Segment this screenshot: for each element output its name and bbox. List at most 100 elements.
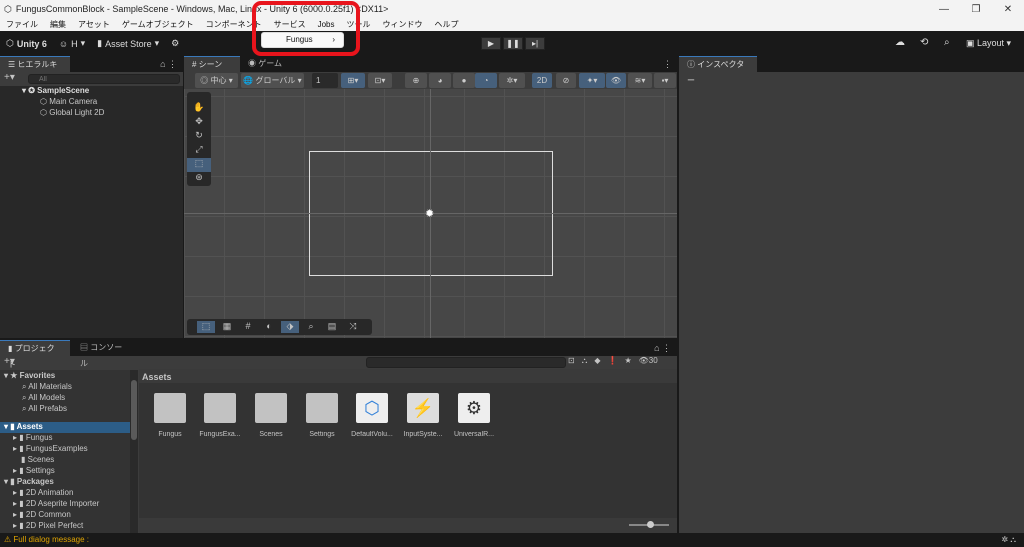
list-item[interactable]: ⬡ Main Camera — [40, 97, 97, 106]
transform-tool-icon[interactable]: ⊛ — [187, 172, 211, 186]
scene-item[interactable]: ▾ ✪ SampleScene — [22, 86, 89, 95]
play-button[interactable]: ▶ — [481, 37, 501, 50]
list-item[interactable]: ⌕ All Models — [22, 393, 65, 403]
grid-snap-icon[interactable]: ▦ — [218, 321, 236, 333]
shuffle-icon[interactable]: ⤨ — [344, 321, 362, 333]
sprite-icon[interactable]: ⬗ — [281, 321, 299, 333]
list-item[interactable]: ▸ ▮ 2D Common — [13, 510, 71, 519]
layout-dropdown[interactable]: ▣ Layout ▾ — [966, 38, 1011, 49]
lock-menu-icon[interactable]: ⌂ ⋮ — [160, 59, 177, 70]
tab-scene[interactable]: # シーン — [184, 56, 240, 72]
list-item[interactable]: ▸ ▮ 2D Animation — [13, 488, 73, 497]
close-button[interactable]: ✕ — [992, 4, 1024, 15]
list-item[interactable]: ▮ Scenes — [21, 455, 54, 464]
pause-button[interactable]: ❚❚ — [503, 37, 523, 50]
more-icon[interactable]: ⋮ — [663, 59, 672, 70]
settings-button[interactable]: ⚙ — [165, 38, 185, 49]
minimize-button[interactable]: — — [928, 4, 960, 15]
status-bar[interactable]: ⚠ Full dialog message : ✲ ⛬ — [0, 533, 1024, 547]
asset-item[interactable]: Settings — [301, 393, 343, 438]
project-search-input[interactable] — [366, 357, 566, 368]
space-dropdown[interactable]: 🌐 グローバル ▾ — [241, 73, 304, 88]
favorite-star-icon[interactable]: ★ — [624, 356, 631, 366]
2d-toggle[interactable]: 2D — [532, 73, 552, 88]
network-icon[interactable]: ⛬ — [1010, 535, 1016, 544]
tab-game[interactable]: ◉ ゲーム — [240, 56, 300, 72]
tree-scrollbar[interactable] — [130, 370, 138, 533]
list-item[interactable]: ▸ ▮ 2D Pixel Perfect — [13, 521, 83, 530]
menu-edit[interactable]: 編集 — [44, 19, 72, 30]
pivot-dropdown[interactable]: ◎ 中心 ▾ — [195, 73, 238, 88]
shaded-icon[interactable]: ◕ — [429, 73, 451, 88]
list-item[interactable]: ▸ ▮ FungusExamples — [13, 444, 88, 453]
rect-tool-icon[interactable]: ⬚ — [187, 158, 211, 172]
step-button[interactable]: ▸| — [525, 37, 545, 50]
menu-assets[interactable]: アセット — [72, 19, 116, 30]
asset-store-button[interactable]: ▮Asset Store ▾ — [91, 38, 165, 49]
tab-project[interactable]: ▮ プロジェクト — [0, 340, 70, 356]
list-item[interactable]: ⌕ All Materials — [22, 382, 72, 392]
scene-panel[interactable]: # シーン ◉ ゲーム ⋮ ✹ ✋ ✥ ↻ ⤢ ⬚ ⊛ ⬚ ▦ # ◐ ⬗ ⌕ … — [184, 56, 677, 338]
grid-snap-button[interactable]: ⊞▾ — [341, 73, 365, 88]
gizmo-bug-icon[interactable]: ✲▾ — [499, 73, 525, 88]
audio-toggle-icon[interactable]: ⊘ — [556, 73, 576, 88]
list-item[interactable]: ⌕ All Prefabs — [22, 404, 67, 414]
hierarchy-search-input[interactable] — [28, 74, 180, 84]
shading-icon[interactable]: ◐ — [260, 321, 278, 333]
unlit-icon[interactable]: ● — [453, 73, 475, 88]
asset-item[interactable]: Fungus — [149, 393, 191, 438]
list-item[interactable]: ⬡ Global Light 2D — [40, 108, 104, 117]
visibility-icon[interactable]: 👁 — [606, 73, 626, 88]
move-tool-icon[interactable]: ✥ — [187, 116, 211, 130]
maximize-button[interactable]: ❐ — [960, 4, 992, 15]
list-item[interactable]: ▸ ▮ Fungus — [13, 433, 53, 442]
create-button[interactable]: +▾ — [4, 356, 15, 367]
camera-dropdown-icon[interactable]: ▪▾ — [654, 73, 676, 88]
rotate-tool-icon[interactable]: ↻ — [187, 130, 211, 144]
hidden-count[interactable]: 👁30 — [639, 356, 658, 366]
tab-inspector[interactable]: ⓘ インスペクター — [679, 56, 757, 72]
scale-tool-icon[interactable]: ⤢ — [187, 144, 211, 158]
lock-menu-icon[interactable]: ⌂ ⋮ — [654, 343, 671, 354]
asset-item[interactable]: FungusExa... — [199, 393, 241, 438]
asset-item[interactable]: ⚙UniversalR... — [453, 393, 495, 438]
asset-item[interactable]: ⚡InputSyste... — [402, 393, 444, 438]
cloud-icon[interactable]: ☁ — [895, 37, 905, 48]
asset-item[interactable]: ⬡DefaultVolu... — [351, 393, 393, 438]
effects-icon[interactable]: ✦▾ — [579, 73, 605, 88]
draw-mode-icon[interactable]: ⊕ — [405, 73, 427, 88]
lighting-icon[interactable]: ◔ — [475, 73, 497, 88]
tab-hierarchy[interactable]: ☰ ヒエラルキー — [0, 56, 70, 72]
favorites-header[interactable]: ▾ ★ Favorites — [4, 371, 55, 380]
search-by-type-icon[interactable]: ⊡ — [568, 356, 575, 366]
grid-icon[interactable]: # — [239, 321, 257, 333]
breadcrumb[interactable]: Assets — [139, 369, 677, 383]
label-icon[interactable]: ◆ — [594, 356, 600, 366]
menu-gameobject[interactable]: ゲームオブジェクト — [116, 19, 200, 30]
icon-size-slider[interactable] — [629, 524, 669, 526]
grid-size-input[interactable]: 1 — [312, 73, 338, 88]
unity-version-button[interactable]: ⬡Unity 6 — [0, 38, 53, 49]
menu-help[interactable]: ヘルプ — [429, 19, 465, 30]
assets-root-item[interactable]: ▾ ▮ Assets — [0, 422, 130, 433]
list-item[interactable]: ▸ ▮ Settings — [13, 466, 55, 475]
warning-filter-icon[interactable]: ❗ — [607, 356, 617, 366]
packages-root-item[interactable]: ▾ ▮ Packages — [4, 477, 54, 486]
list-item[interactable]: ▸ ▮ 2D Aseprite Importer — [13, 499, 99, 508]
add-button[interactable]: +▾ — [4, 72, 15, 83]
tab-console[interactable]: ▤ コンソール — [72, 340, 132, 356]
history-icon[interactable]: ⟲ — [920, 37, 928, 48]
zoom-icon[interactable]: ⌕ — [302, 321, 320, 333]
account-button[interactable]: ☺H ▾ — [53, 38, 91, 49]
hand-tool-icon[interactable]: ✋ — [187, 102, 211, 116]
layers-icon[interactable]: ▤ — [323, 321, 341, 333]
filter-type-icon[interactable]: ⛬ — [582, 356, 588, 366]
rect-snap-icon[interactable]: ⬚ — [197, 321, 215, 333]
increment-snap-button[interactable]: ⊡▾ — [368, 73, 392, 88]
menu-window[interactable]: ウィンドウ — [377, 19, 429, 30]
asset-item[interactable]: Scenes — [250, 393, 292, 438]
layers-dropdown-icon[interactable]: ≋▾ — [628, 73, 652, 88]
search-icon[interactable]: ⌕ — [944, 37, 950, 48]
menu-file[interactable]: ファイル — [0, 19, 44, 30]
bug-icon[interactable]: ✲ — [1001, 535, 1008, 544]
